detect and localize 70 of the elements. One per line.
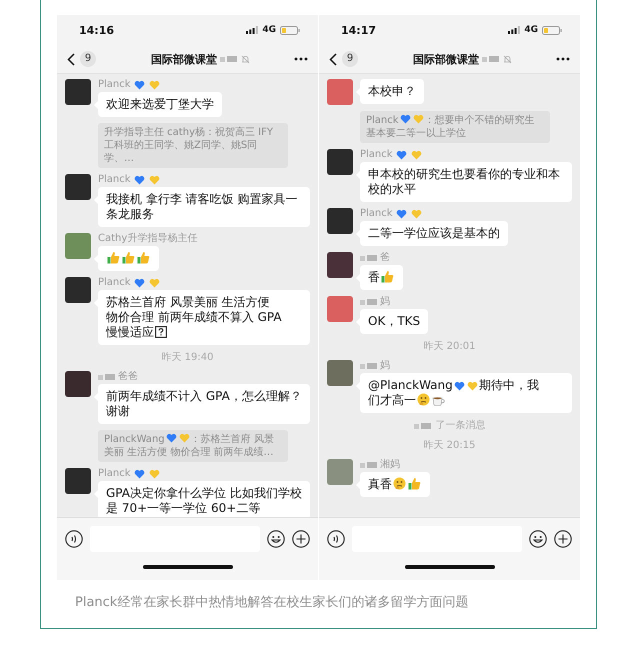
sender-name: Planck [360,208,393,220]
message-text: 二等一学位应该是基本的 [368,226,500,241]
message-text: 欢迎来选爱丁堡大学 [106,97,214,112]
thumbs-up-icon [122,251,135,264]
network-label: 4G [524,25,538,35]
sender-name: Planck [360,149,393,161]
signal-icon [246,26,258,34]
thinking-face-icon [417,393,430,406]
message-text: 本校申？ [368,84,416,99]
plus-icon[interactable] [554,530,572,548]
quote-text: PlanckWang [104,433,165,446]
quote-text: ：苏格兰首府 风景 [190,433,274,446]
message-text: 真香 [368,477,392,492]
message-text: OK，TKS [368,314,420,329]
message-text: 慢慢适应 [106,325,154,340]
sender-name: 湘妈 [380,459,400,471]
sender-name: Planck [98,468,131,480]
quote-text: Planck [366,114,399,127]
thinking-face-icon [393,477,406,490]
message-text: 申本校的研究生也要看你的专业和本校的水平 [368,167,561,197]
sender-name: 妈 [380,296,390,308]
thumbs-up-icon [408,477,421,490]
message-text: 们才高一 [368,393,416,408]
sender-name: Planck [98,174,131,186]
thumbs-up-icon [381,270,394,283]
message-text: @PlanckWang [368,378,453,393]
battery-icon [280,26,300,34]
quote-text: 基本要二等一以上学位 [366,127,466,140]
thumbs-up-icon [137,251,150,264]
plus-icon[interactable] [292,530,310,548]
emoji-icon[interactable] [529,530,547,548]
timestamp: 昨天 19:40 [162,351,214,365]
back-chevron-icon[interactable] [67,52,75,66]
timestamp: 昨天 20:01 [424,340,476,354]
system-notice: 了一条消息 [436,419,486,433]
battery-icon [542,26,562,34]
unread-count: 9 [80,51,96,67]
more-icon[interactable] [294,57,308,61]
sender-name: 妈 [380,360,390,372]
sender-name: 爸爸 [118,371,138,383]
sender-name: Planck [98,277,131,289]
question-box-icon [155,326,167,338]
quote-text: 升学指导主任 cathy杨：祝贺高三 IFY 工科班的王同学、姚Z同学、姚S同学、… [104,126,274,165]
status-time: 14:16 [79,24,114,36]
chat-title: 国际部微课堂 [413,52,479,66]
voice-icon[interactable] [327,530,345,548]
message-text: 香 [368,270,380,285]
thumbs-up-icon [107,251,120,264]
more-icon[interactable] [556,57,570,61]
voice-icon[interactable] [65,530,83,548]
message-text: 前两年成绩不计入 GPA，怎么理解？谢谢 [106,389,302,419]
message-text: 期待中，我 [478,378,539,393]
message-text: 我接机 拿行李 请客吃饭 购置家具一条龙服务 [106,192,298,222]
quote-text: ：想要申个不错的研究生 [424,114,535,127]
message-text: 苏格兰首府 风景美丽 生活方便 [106,295,270,310]
status-time: 14:17 [341,24,376,36]
unread-count: 9 [342,51,358,67]
timestamp: 昨天 20:15 [424,439,476,453]
message-text: 物价合理 前两年成绩不算入 GPA [106,310,282,325]
sender-name: 爸 [380,252,390,264]
chat-title: 国际部微课堂 [151,52,217,66]
caption-text: Planck经常在家长群中热情地解答在校生家长们的诸多留学方面问题 [74,594,470,611]
back-chevron-icon[interactable] [329,52,337,66]
sender-name: Cathy升学指导杨主任 [98,233,198,245]
emoji-icon[interactable] [267,530,285,548]
signal-icon [508,26,520,34]
sender-name: Planck [98,79,131,91]
quote-text: 美丽 生活方便 物价合理 前两年成绩… [104,446,274,459]
message-text: GPA决定你拿什么学位 比如我们学校是 70+一等一学位 60+二等 [106,486,302,516]
network-label: 4G [262,25,276,35]
